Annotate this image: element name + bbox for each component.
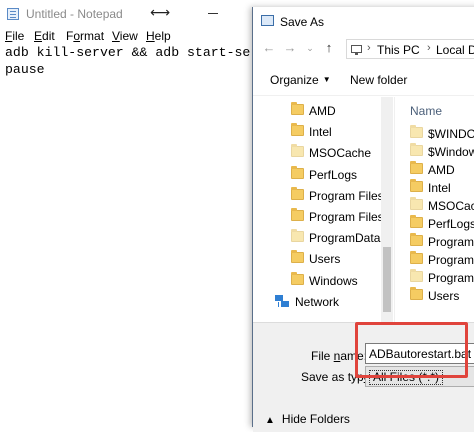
hide-folders-label: Hide Folders	[281, 412, 350, 426]
organize-button[interactable]: Organize ▼	[270, 73, 331, 87]
notepad-title: Untitled - Notepad	[26, 7, 123, 21]
notepad-text-area[interactable]: adb kill-server && adb start-server paus…	[0, 45, 282, 422]
list-item-label: AMD	[428, 163, 455, 177]
caret-down-icon: ▼	[322, 75, 331, 84]
scrollbar-thumb[interactable]	[383, 247, 391, 312]
folder-icon	[410, 251, 423, 264]
recent-dropdown-icon[interactable]: ⌄	[302, 40, 318, 56]
menu-format[interactable]: Format	[66, 29, 104, 43]
list-item-label: $Windows	[428, 145, 474, 159]
text-line: pause	[5, 62, 45, 77]
annotation-highlight-box	[355, 322, 468, 378]
tree-scrollbar[interactable]	[381, 97, 393, 322]
folder-icon	[410, 125, 423, 138]
resize-cursor-icon: ⟷	[150, 4, 171, 20]
address-bar[interactable]: › This PC › Local D	[346, 39, 474, 59]
back-arrow-icon[interactable]: ←	[261, 40, 277, 56]
tree-item-label: PerfLogs	[309, 167, 358, 182]
network-icon	[275, 295, 289, 308]
up-arrow-icon[interactable]: ↑	[321, 40, 337, 56]
menu-edit[interactable]: Edit	[34, 29, 55, 43]
list-item-label: $WINDOW	[428, 127, 474, 141]
dialog-titlebar: Save As	[253, 7, 474, 35]
tree-item-label: MSOCache	[309, 146, 372, 161]
text-line: adb kill-server && adb start-server	[5, 45, 282, 60]
list-item-label: MSOCach	[428, 199, 474, 213]
computer-icon	[351, 45, 362, 55]
network-label: Network	[295, 295, 340, 309]
tree-item-label: Program Files	[309, 188, 384, 203]
caret-up-icon: ▲	[265, 415, 275, 426]
tree-item-label: Users	[309, 252, 341, 267]
folder-icon	[291, 165, 304, 179]
folder-icon	[291, 102, 304, 115]
tree-item-label: AMD	[309, 104, 336, 118]
folder-icon	[410, 143, 423, 156]
folder-icon	[291, 123, 304, 137]
notepad-icon	[7, 8, 19, 20]
tree-item-label: ProgramData	[309, 231, 381, 246]
folder-icon	[410, 161, 423, 174]
list-item-label: PerfLogs	[428, 217, 474, 231]
folder-icon	[291, 271, 304, 285]
tree-item-label: Program Files (	[309, 210, 392, 224]
breadcrumb-this-pc[interactable]: This PC	[377, 43, 420, 57]
forward-arrow-icon[interactable]: →	[282, 40, 298, 56]
list-item-label: ProgramD	[428, 271, 474, 285]
chevron-right-icon[interactable]: ›	[367, 42, 371, 54]
navigation-bar: ← → ⌄ ↑ › This PC › Local D	[253, 37, 474, 63]
hide-folders-button[interactable]: ▲ Hide Folders	[265, 412, 350, 426]
minimize-icon[interactable]	[208, 13, 218, 14]
breadcrumb-local-disk[interactable]: Local D	[436, 43, 474, 57]
list-item-label: Users	[428, 289, 460, 303]
list-item-label: Intel	[428, 181, 451, 195]
folder-icon	[291, 229, 304, 243]
folder-icon	[410, 287, 423, 300]
file-list[interactable]: Name $WINDOW $Windows AMD Intel MSOCach PerfL…	[395, 97, 474, 322]
folder-icon	[291, 144, 304, 158]
dialog-title: Save As	[280, 15, 325, 29]
chevron-right-icon[interactable]: ›	[427, 42, 431, 54]
menu-file[interactable]: File	[5, 29, 24, 43]
folder-icon	[291, 186, 304, 200]
tree-item-label: Windows	[309, 273, 358, 288]
folder-icon	[410, 179, 423, 192]
list-item-label: Program F	[428, 253, 474, 267]
folder-icon	[410, 233, 423, 246]
save-dialog-icon	[261, 15, 274, 26]
list-item-label: Program F	[428, 235, 474, 249]
folder-icon	[410, 215, 423, 228]
new-folder-button[interactable]: New folder	[350, 73, 407, 87]
folder-icon	[410, 269, 423, 282]
organize-label: Organize	[270, 73, 319, 87]
folder-icon	[291, 208, 304, 221]
menu-help[interactable]: Help	[146, 29, 171, 43]
tree-item-label: Intel	[309, 125, 332, 140]
menu-view[interactable]: View	[112, 29, 138, 43]
column-header-name[interactable]: Name	[410, 104, 442, 118]
folder-icon	[410, 197, 423, 210]
folder-icon	[291, 250, 304, 264]
navigation-tree[interactable]: AMD Intel MSOCache PerfLogs Program Files Pro…	[253, 97, 393, 322]
dialog-toolbar: Organize ▼ New folder	[253, 65, 474, 96]
